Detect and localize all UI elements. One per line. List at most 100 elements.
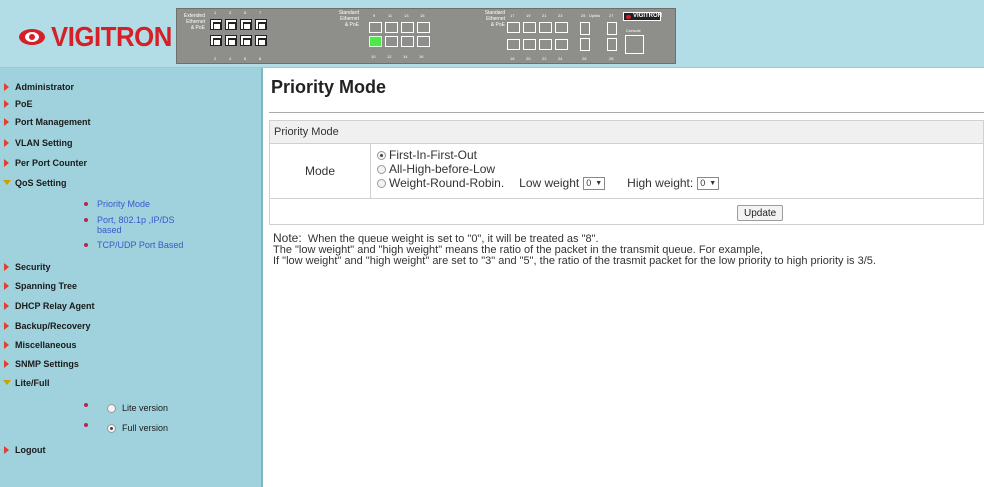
sidebar-item-administrator[interactable]: Administrator: [0, 79, 74, 95]
full-version-option[interactable]: Full version: [84, 423, 168, 433]
sidebar-item-label: Lite/Full: [15, 378, 50, 388]
port-number: 5: [244, 10, 247, 15]
arrow-right-icon: [3, 263, 11, 271]
uplink-port: [580, 22, 590, 35]
eye-logo-icon: [626, 15, 631, 19]
lite-version-option[interactable]: Lite version: [84, 403, 168, 413]
sidebar-item-snmp-settings[interactable]: SNMP Settings: [0, 356, 79, 372]
lite-version-radio[interactable]: [107, 403, 116, 413]
fifo-radio[interactable]: [377, 150, 386, 160]
vigitron-logo: VIGITRON: [19, 21, 182, 52]
arrow-right-icon: [3, 100, 11, 108]
sidebar-item-port-management[interactable]: Port Management: [0, 114, 91, 130]
port-number: 26: [582, 56, 587, 61]
option-fifo[interactable]: First-In-First-Out: [377, 148, 719, 162]
port-indicator: [369, 22, 382, 33]
sidebar-item-qos-setting[interactable]: QoS Setting: [0, 175, 67, 191]
option-weight-round-robin[interactable]: Weight-Round-Robin. Low weight 0 ▼ High …: [377, 176, 720, 190]
eye-logo-icon: [19, 29, 45, 45]
port-indicator: [507, 39, 520, 50]
sidebar-item-label: Spanning Tree: [15, 281, 78, 291]
sidebar-item-label: Per Port Counter: [15, 158, 88, 168]
sidebar-item-miscellaneous[interactable]: Miscellaneous: [0, 337, 77, 353]
port-indicator: [523, 39, 536, 50]
option-all-high-before-low[interactable]: All-High-before-Low: [377, 162, 719, 176]
all-high-before-low-radio[interactable]: [377, 164, 386, 174]
sidebar-item-poe[interactable]: PoE: [0, 96, 33, 112]
port-indicator: [385, 22, 398, 33]
port-number: 24: [558, 56, 563, 61]
port-number: 17: [510, 13, 515, 18]
port-number: 21: [542, 13, 547, 18]
main-content: Priority Mode Priority Mode Mode First-I…: [265, 68, 984, 487]
sidebar-subitem-port-8021p-ipds[interactable]: Port, 802.1p ,IP/DS based: [84, 215, 193, 235]
arrow-right-icon: [3, 83, 11, 91]
update-button[interactable]: Update: [737, 205, 784, 221]
arrow-right-icon: [3, 341, 11, 349]
sidebar-subitem-label: TCP/UDP Port Based: [97, 240, 184, 250]
full-version-radio[interactable]: [107, 423, 116, 433]
bullet-icon: [84, 202, 88, 206]
arrow-right-icon: [3, 322, 11, 330]
sidebar-item-label: PoE: [15, 99, 33, 109]
port-indicator: [523, 22, 536, 33]
sidebar-item-logout[interactable]: Logout: [0, 442, 46, 458]
high-weight-select[interactable]: 0 ▼: [697, 176, 720, 190]
arrow-down-icon: [3, 379, 11, 387]
port-indicator: [539, 22, 552, 33]
port-number: 18: [510, 56, 515, 61]
ethernet-port: [210, 19, 222, 30]
console-port: [625, 35, 644, 54]
sidebar-subitem-priority-mode[interactable]: Priority Mode: [84, 199, 150, 209]
uplink-port: [607, 38, 617, 51]
console-label: Console: [626, 28, 641, 33]
bullet-icon: [84, 243, 88, 247]
arrow-right-icon: [3, 446, 11, 454]
form-header: Priority Mode: [270, 121, 983, 144]
port-number: 12: [387, 54, 392, 59]
bullet-icon: [84, 423, 88, 427]
note-text: Note: When the queue weight is set to "0…: [273, 232, 876, 267]
ethernet-port: [225, 35, 237, 46]
low-weight-select[interactable]: 0 ▼: [583, 176, 606, 190]
sidebar-item-label: Miscellaneous: [15, 340, 77, 350]
sidebar-item-label: Logout: [15, 445, 46, 455]
port-number: 4: [229, 56, 232, 61]
priority-mode-form: Priority Mode Mode First-In-First-Out Al…: [269, 120, 984, 225]
port-number: 15: [420, 13, 425, 18]
port-number: 25: [581, 13, 586, 18]
port-indicator-active: [369, 36, 382, 47]
port-number: 8: [259, 56, 262, 61]
low-weight-label: Low weight: [519, 176, 580, 190]
mode-options: First-In-First-Out All-High-before-Low W…: [377, 148, 720, 190]
uplink-port: [580, 38, 590, 51]
sidebar-item-label: Backup/Recovery: [15, 321, 91, 331]
switch-front-panel: Extended Ethernet & PoE 1 3 5 7 2 4 6 8 …: [176, 8, 676, 64]
sidebar-item-dhcp-relay-agent[interactable]: DHCP Relay Agent: [0, 298, 95, 314]
port-number: 22: [542, 56, 547, 61]
sidebar-item-per-port-counter[interactable]: Per Port Counter: [0, 155, 87, 171]
sidebar-item-label: Port Management: [15, 117, 91, 127]
mode-label: Mode: [270, 144, 371, 198]
caret-down-icon: ▼: [595, 179, 603, 187]
weight-round-robin-radio[interactable]: [377, 178, 386, 188]
port-number: 9: [373, 13, 376, 18]
sidebar-item-label: DHCP Relay Agent: [15, 301, 95, 311]
sidebar-subitem-tcp-udp-port[interactable]: TCP/UDP Port Based: [84, 240, 183, 250]
arrow-down-icon: [3, 179, 11, 187]
port-indicator: [401, 22, 414, 33]
sidebar-item-lite-full[interactable]: Lite/Full: [0, 375, 50, 391]
sidebar-item-vlan-setting[interactable]: VLAN Setting: [0, 135, 73, 151]
ethernet-port: [240, 19, 252, 30]
extended-label: Extended Ethernet & PoE: [183, 13, 205, 31]
port-number: 13: [404, 13, 409, 18]
sidebar-item-spanning-tree[interactable]: Spanning Tree: [0, 278, 77, 294]
sidebar-item-backup-recovery[interactable]: Backup/Recovery: [0, 318, 91, 334]
standard-label: Standard Ethernet & PoE: [484, 10, 505, 28]
uplink-label: Uplink: [589, 13, 601, 18]
sidebar-item-security[interactable]: Security: [0, 259, 51, 275]
arrow-right-icon: [3, 302, 11, 310]
port-indicator: [539, 39, 552, 50]
port-number: 20: [526, 56, 531, 61]
port-indicator: [385, 36, 398, 47]
